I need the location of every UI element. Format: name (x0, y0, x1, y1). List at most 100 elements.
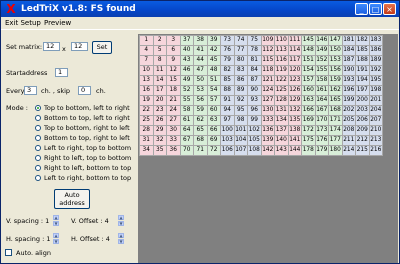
grid-cell[interactable]: 138 (287, 125, 302, 136)
grid-cell[interactable]: 89 (233, 85, 248, 96)
grid-cell[interactable]: 35 (152, 145, 167, 156)
grid-cell[interactable]: 183 (368, 35, 383, 46)
minimize-button[interactable]: _ (355, 3, 368, 15)
grid-cell[interactable]: 12 (166, 65, 181, 76)
grid-cell[interactable]: 9 (166, 55, 181, 66)
grid-cell[interactable]: 201 (368, 95, 383, 106)
grid-cell[interactable]: 151 (301, 55, 316, 66)
grid-cell[interactable]: 119 (274, 65, 289, 76)
radio-button[interactable] (35, 155, 41, 161)
grid-cell[interactable]: 117 (287, 55, 302, 66)
grid-cell[interactable]: 101 (233, 125, 248, 136)
spin-down-icon[interactable]: ▼ (118, 221, 124, 226)
grid-cell[interactable]: 34 (139, 145, 154, 156)
grid-cell[interactable]: 207 (368, 115, 383, 126)
h-offset-spinner[interactable]: ▲ ▼ (118, 233, 124, 245)
skip-input[interactable]: 0 (78, 86, 91, 95)
grid-cell[interactable]: 182 (355, 35, 370, 46)
v-offset-spinner[interactable]: ▲ ▼ (118, 215, 124, 227)
grid-cell[interactable]: 3 (166, 35, 181, 46)
grid-cell[interactable]: 111 (287, 35, 302, 46)
grid-cell[interactable]: 31 (139, 135, 154, 146)
grid-cell[interactable]: 186 (368, 45, 383, 56)
matrix-width-input[interactable]: 12 (43, 42, 60, 51)
grid-cell[interactable]: 215 (355, 145, 370, 156)
startaddress-input[interactable]: 1 (55, 68, 68, 77)
grid-cell[interactable]: 19 (139, 95, 154, 106)
grid-cell[interactable]: 43 (179, 55, 194, 66)
grid-cell[interactable]: 142 (260, 145, 275, 156)
grid-cell[interactable]: 158 (314, 75, 329, 86)
grid-cell[interactable]: 104 (233, 135, 248, 146)
grid-cell[interactable]: 102 (247, 125, 262, 136)
grid-cell[interactable]: 159 (328, 75, 343, 86)
grid-cell[interactable]: 36 (166, 145, 181, 156)
grid-cell[interactable]: 116 (274, 55, 289, 66)
radio-button[interactable] (35, 115, 41, 121)
grid-cell[interactable]: 109 (260, 35, 275, 46)
grid-cell[interactable]: 50 (193, 75, 208, 86)
grid-cell[interactable]: 161 (314, 85, 329, 96)
grid-cell[interactable]: 162 (328, 85, 343, 96)
grid-cell[interactable]: 204 (368, 105, 383, 116)
grid-cell[interactable]: 84 (247, 65, 262, 76)
grid-cell[interactable]: 97 (220, 115, 235, 126)
auto-align-checkbox[interactable] (5, 249, 12, 256)
grid-cell[interactable]: 42 (206, 45, 221, 56)
grid-cell[interactable]: 48 (206, 65, 221, 76)
grid-cell[interactable]: 216 (368, 145, 383, 156)
grid-cell[interactable]: 127 (260, 95, 275, 106)
spin-up-icon[interactable]: ▲ (118, 215, 124, 220)
spin-up-icon[interactable]: ▲ (53, 233, 59, 238)
grid-cell[interactable]: 87 (247, 75, 262, 86)
grid-cell[interactable]: 140 (274, 135, 289, 146)
menu-exit-setup[interactable]: Exit Setup (5, 18, 41, 28)
grid-cell[interactable]: 67 (179, 135, 194, 146)
grid-cell[interactable]: 92 (233, 95, 248, 106)
grid-cell[interactable]: 164 (314, 95, 329, 106)
grid-cell[interactable]: 73 (220, 35, 235, 46)
grid-cell[interactable]: 26 (152, 115, 167, 126)
grid-cell[interactable]: 40 (179, 45, 194, 56)
grid-cell[interactable]: 17 (152, 85, 167, 96)
grid-cell[interactable]: 90 (247, 85, 262, 96)
grid-cell[interactable]: 54 (206, 85, 221, 96)
grid-cell[interactable]: 212 (355, 135, 370, 146)
every-input[interactable]: 3 (24, 86, 37, 95)
grid-cell[interactable]: 181 (341, 35, 356, 46)
grid-cell[interactable]: 166 (301, 105, 316, 116)
grid-cell[interactable]: 172 (301, 125, 316, 136)
grid-cell[interactable]: 66 (206, 125, 221, 136)
maximize-button[interactable]: □ (369, 3, 382, 15)
grid-cell[interactable]: 155 (314, 65, 329, 76)
grid-cell[interactable]: 27 (166, 115, 181, 126)
grid-cell[interactable]: 131 (274, 105, 289, 116)
grid-cell[interactable]: 41 (193, 45, 208, 56)
v-spacing-spinner[interactable]: ▲ ▼ (53, 215, 59, 227)
spin-up-icon[interactable]: ▲ (118, 233, 124, 238)
grid-cell[interactable]: 68 (193, 135, 208, 146)
grid-cell[interactable]: 110 (274, 35, 289, 46)
grid-cell[interactable]: 168 (328, 105, 343, 116)
grid-cell[interactable]: 72 (206, 145, 221, 156)
grid-cell[interactable]: 194 (355, 75, 370, 86)
grid-cell[interactable]: 61 (179, 115, 194, 126)
grid-cell[interactable]: 129 (287, 95, 302, 106)
set-button[interactable]: Set (92, 41, 112, 54)
grid-cell[interactable]: 24 (166, 105, 181, 116)
grid-cell[interactable]: 156 (328, 65, 343, 76)
grid-cell[interactable]: 150 (328, 45, 343, 56)
grid-cell[interactable]: 125 (274, 85, 289, 96)
grid-cell[interactable]: 147 (328, 35, 343, 46)
grid-cell[interactable]: 128 (274, 95, 289, 106)
grid-cell[interactable]: 65 (193, 125, 208, 136)
radio-button[interactable] (35, 105, 41, 111)
grid-cell[interactable]: 13 (139, 75, 154, 86)
grid-cell[interactable]: 208 (341, 125, 356, 136)
grid-cell[interactable]: 18 (166, 85, 181, 96)
grid-cell[interactable]: 179 (314, 145, 329, 156)
grid-cell[interactable]: 112 (260, 45, 275, 56)
grid-cell[interactable]: 95 (233, 105, 248, 116)
grid-cell[interactable]: 76 (220, 45, 235, 56)
spin-down-icon[interactable]: ▼ (118, 239, 124, 244)
